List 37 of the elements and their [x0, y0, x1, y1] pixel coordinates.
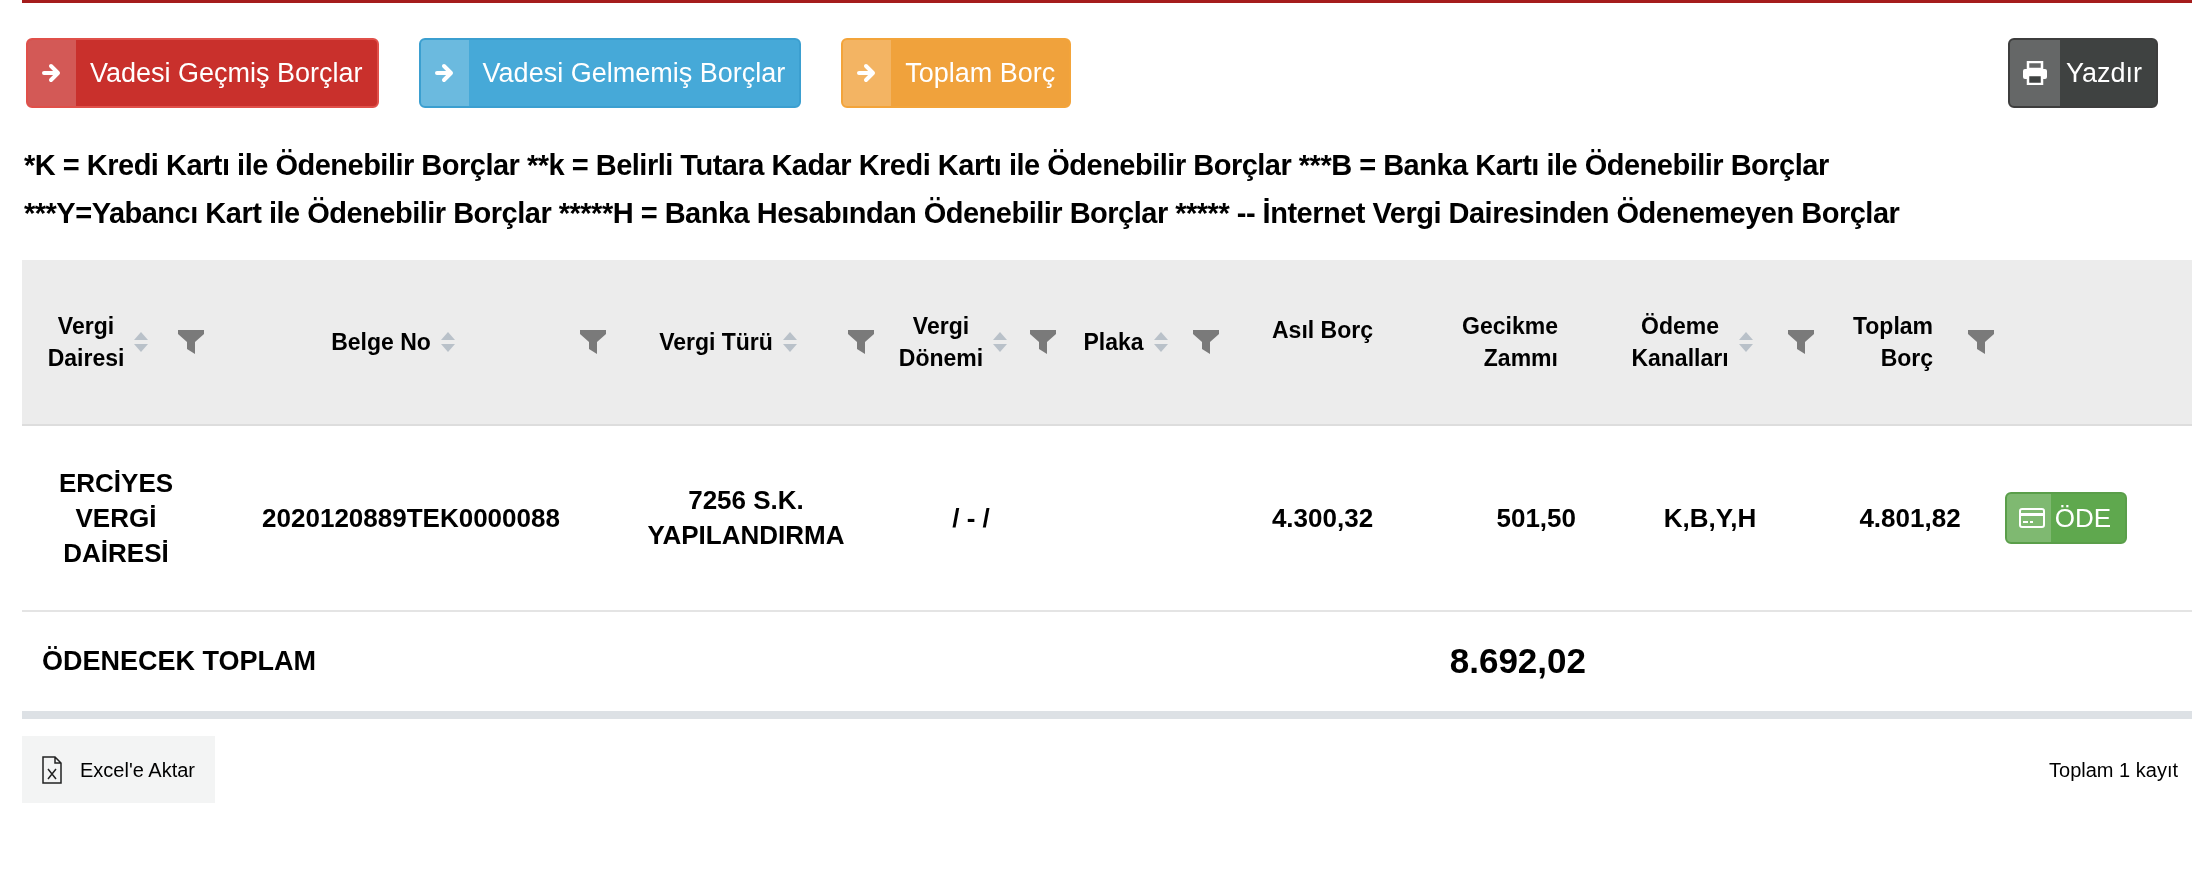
column-header[interactable]: Ödeme Kanalları — [1631, 310, 1729, 374]
column-header[interactable]: Vergi Dönemi — [898, 310, 984, 374]
filter-icon[interactable] — [1193, 330, 1219, 354]
filter-icon[interactable] — [1968, 330, 1994, 354]
table-cell-text: K,B,Y,H — [1663, 501, 1757, 535]
filter-icon[interactable] — [178, 330, 204, 354]
table-cell-text: 4.801,82 — [1859, 501, 1961, 535]
column-header[interactable]: Vergi Türü — [659, 326, 773, 358]
table-cell-text: 501,50 — [1496, 501, 1576, 535]
legend-text: ***Y=Yabancı Kart ile Ödenebilir Borçlar *****H = Banka Hesabından Ödenebilir Borçlar ***** -- İnternet Vergi Dairesinden Ödenemeyen Borçlar — [24, 196, 1901, 230]
filter-icon[interactable] — [1788, 330, 1814, 354]
excel-file-icon — [42, 755, 62, 784]
print-button[interactable]: Yazdır — [2007, 38, 2158, 108]
printer-icon — [2021, 61, 2048, 85]
credit-card-icon — [2018, 508, 2045, 528]
column-header[interactable]: Toplam Borç — [1852, 310, 1934, 374]
arrow-icon — [433, 62, 456, 84]
filter-icon[interactable] — [580, 330, 606, 354]
column-header[interactable]: Asıl Borç — [1272, 314, 1373, 346]
table-cell-text: 4.300,32 — [1271, 501, 1374, 535]
legend-text: *K = Kredi Kartı ile Ödenebilir Borçlar **k = Belirli Tutara Kadar Kredi Kartı ile Ödenebilir Borçlar ***B = Banka Kartı ile Ödenebilir Borçlar — [24, 148, 1830, 182]
total-amount: 8.692,02 — [1449, 641, 1586, 681]
table-cell-text: ERCİYES VERGİ DAİRESİ — [58, 466, 174, 570]
column-header[interactable]: Plaka — [1083, 326, 1144, 358]
column-header[interactable]: Belge No — [331, 326, 431, 358]
table-cell-text: 7256 S.K. YAPILANDIRMA — [646, 484, 846, 552]
table-cell-text: / - / — [952, 501, 990, 535]
arrow-icon — [41, 62, 63, 84]
record-count: Toplam 1 kayıt — [2049, 757, 2178, 783]
filter-icon[interactable] — [1030, 330, 1056, 354]
total-label: ÖDENECEK TOPLAM — [42, 646, 317, 677]
column-header[interactable]: Gecikme Zammı — [1462, 310, 1558, 374]
nav-button[interactable]: Vadesi Geçmiş Borçlar — [26, 38, 379, 108]
filter-icon[interactable] — [848, 330, 874, 354]
table-cell-text: 2020120889TEK0000088 — [262, 501, 560, 535]
export-button[interactable]: Excel'e Aktar — [22, 736, 215, 803]
column-header[interactable]: Vergi Dairesi — [47, 310, 125, 374]
